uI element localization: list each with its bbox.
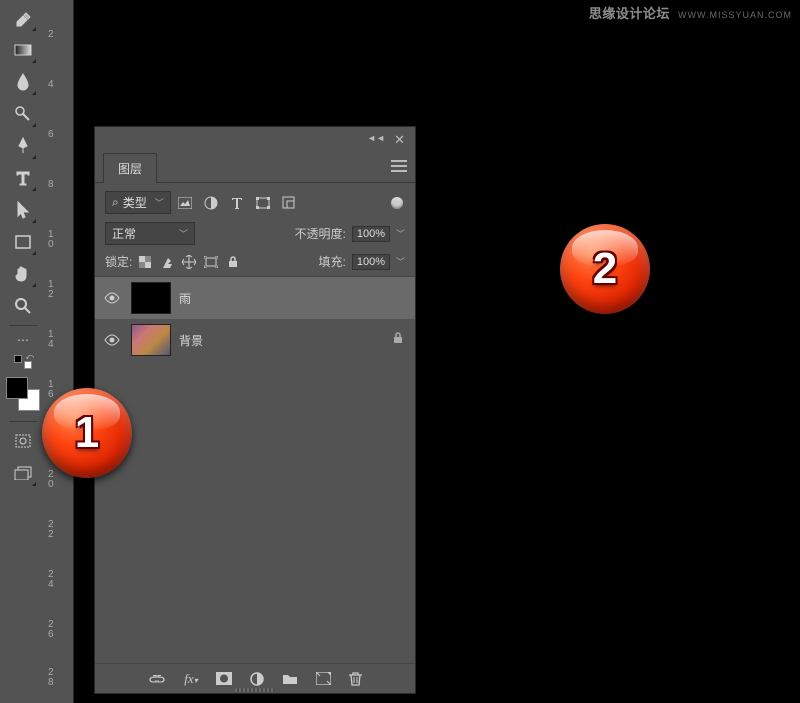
edit-toolbar-icon[interactable]: ⋯ (9, 331, 37, 349)
panel-collapse-icon[interactable]: ◄◄ (367, 133, 385, 143)
vertical-ruler: 2 4 6 8 1 0 1 2 1 4 1 6 2 0 2 2 2 4 2 6 … (46, 0, 74, 703)
opacity-value[interactable]: 100% (352, 226, 390, 242)
zoom-tool[interactable] (9, 292, 37, 320)
fill-value[interactable]: 100% (352, 254, 390, 270)
search-icon: ⌕ (112, 195, 119, 210)
panel-menu-icon[interactable] (391, 159, 407, 177)
layers-panel-footer: fx▾ (95, 663, 415, 693)
ruler-mark: 1 4 (48, 330, 72, 350)
chevron-down-icon: ﹀ (155, 196, 164, 209)
link-layers-icon[interactable] (148, 674, 166, 684)
ruler-mark: 2 6 (48, 620, 72, 640)
fill-label: 填充: (319, 253, 346, 270)
layer-item[interactable]: 雨 (95, 277, 415, 319)
chevron-down-icon[interactable]: ﹀ (396, 227, 405, 240)
layers-list: 雨 背景 (95, 277, 415, 361)
fill-num: 100% (357, 256, 385, 268)
panel-header[interactable]: ◄◄ ✕ (95, 127, 415, 155)
layer-name[interactable]: 背景 (179, 332, 385, 349)
filter-toggle[interactable] (389, 195, 405, 211)
color-swatches[interactable] (6, 377, 40, 411)
resize-grip[interactable] (235, 688, 275, 692)
lock-transparent-icon[interactable] (138, 255, 152, 269)
lock-position-icon[interactable] (182, 255, 196, 269)
lock-label: 锁定: (105, 253, 132, 270)
lock-all-icon[interactable] (226, 255, 240, 269)
visibility-toggle[interactable] (101, 292, 123, 304)
filter-smart-icon[interactable] (281, 195, 297, 211)
chevron-down-icon: ﹀ (179, 227, 188, 240)
ruler-mark: 1 2 (48, 280, 72, 300)
type-tool[interactable] (9, 164, 37, 192)
ruler-mark: 2 8 (48, 668, 72, 688)
opacity-num: 100% (357, 228, 385, 240)
layer-thumbnail[interactable] (131, 282, 171, 314)
watermark-brand: 思缘设计论坛 (589, 6, 670, 21)
ruler-mark: 6 (48, 130, 72, 140)
tab-layers[interactable]: 图层 (103, 153, 157, 183)
visibility-toggle[interactable] (101, 334, 123, 346)
dodge-tool[interactable] (9, 100, 37, 128)
filter-icons (177, 195, 297, 211)
new-layer-icon[interactable] (316, 672, 331, 685)
blend-mode-value: 正常 (112, 225, 136, 242)
rectangle-tool[interactable] (9, 228, 37, 256)
layer-mask-icon[interactable] (216, 672, 232, 685)
ruler-mark: 8 (48, 180, 72, 190)
path-selection-tool[interactable] (9, 196, 37, 224)
layer-filter-row: ⌕ 类型 ﹀ (95, 183, 415, 218)
ruler-mark: 2 2 (48, 520, 72, 540)
blend-opacity-row: 正常 ﹀ 不透明度: 100% ﹀ (95, 218, 415, 249)
layer-item[interactable]: 背景 (95, 319, 415, 361)
toolbar-divider (9, 421, 37, 422)
filter-type-label: 类型 (123, 194, 147, 211)
lock-icons (138, 255, 240, 269)
callout-badge-2: 2 (560, 224, 650, 314)
toolbar-divider (9, 325, 37, 326)
hand-tool[interactable] (9, 260, 37, 288)
layer-style-icon[interactable]: fx▾ (184, 671, 197, 687)
filter-shape-icon[interactable] (255, 195, 271, 211)
new-group-icon[interactable] (282, 672, 298, 685)
gradient-tool[interactable] (9, 36, 37, 64)
filter-adjustment-icon[interactable] (203, 195, 219, 211)
ruler-mark: 1 0 (48, 230, 72, 250)
lock-fill-row: 锁定: 填充: 100% ﹀ (95, 249, 415, 277)
layer-thumbnail[interactable] (131, 324, 171, 356)
lock-artboard-icon[interactable] (204, 255, 218, 269)
ruler-mark: 2 4 (48, 570, 72, 590)
callout-badge-1: 1 (42, 388, 132, 478)
filter-pixel-icon[interactable] (177, 195, 193, 211)
screen-mode-icon[interactable] (9, 459, 37, 487)
ruler-mark: 4 (48, 80, 72, 90)
lock-icon (393, 331, 403, 349)
filter-type-icon[interactable] (229, 195, 245, 211)
callout-number: 1 (75, 408, 99, 458)
watermark-url: WWW.MISSYUAN.COM (678, 10, 792, 20)
layer-name[interactable]: 雨 (179, 290, 409, 307)
callout-number: 2 (593, 244, 617, 294)
chevron-down-icon[interactable]: ﹀ (396, 255, 405, 268)
blur-tool[interactable] (9, 68, 37, 96)
filter-type-dropdown[interactable]: ⌕ 类型 ﹀ (105, 191, 171, 214)
layers-panel: ◄◄ ✕ 图层 ⌕ 类型 ﹀ 正常 ﹀ 不透明度: 100% (94, 126, 416, 694)
watermark: 思缘设计论坛 WWW.MISSYUAN.COM (589, 3, 792, 22)
panel-close-icon[interactable]: ✕ (394, 132, 405, 148)
adjustment-layer-icon[interactable] (250, 672, 264, 686)
pen-tool[interactable] (9, 132, 37, 160)
panel-tabs: 图层 (95, 155, 415, 183)
ruler-mark: 2 (48, 30, 72, 40)
opacity-label: 不透明度: (295, 225, 346, 242)
quick-mask-icon[interactable] (9, 427, 37, 455)
eraser-tool[interactable] (9, 4, 37, 32)
foreground-color[interactable] (6, 377, 28, 399)
default-colors-icon[interactable]: ⤺ (9, 353, 37, 371)
blend-mode-dropdown[interactable]: 正常 ﹀ (105, 222, 195, 245)
tools-toolbar: ⋯ ⤺ (0, 0, 46, 703)
lock-image-icon[interactable] (160, 255, 174, 269)
delete-layer-icon[interactable] (349, 672, 362, 686)
